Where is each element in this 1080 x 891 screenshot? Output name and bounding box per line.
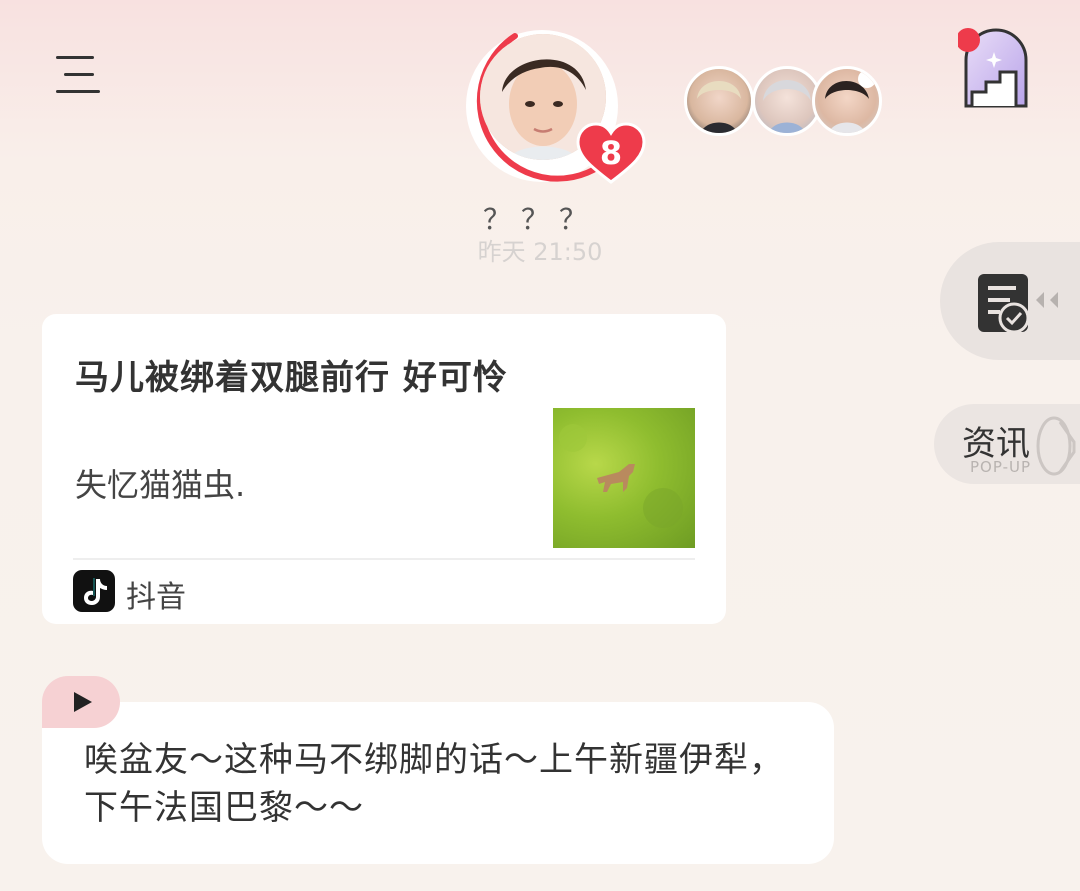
reply-text: 唉盆友～这种马不绑脚的话～上午新疆伊犁，下午法国巴黎～～ xyxy=(84,740,784,828)
menu-icon[interactable] xyxy=(56,56,102,94)
voice-play-button[interactable] xyxy=(42,676,120,728)
source-label: 抖音 xyxy=(126,580,186,615)
play-icon xyxy=(74,692,92,712)
staircase-arch-icon[interactable] xyxy=(956,28,1034,110)
news-sublabel: POP-UP xyxy=(970,458,1032,476)
task-panel-tab[interactable] xyxy=(940,242,1080,360)
heart-count: 8 xyxy=(599,134,623,172)
speaker-icon xyxy=(1036,416,1076,476)
card-description: 失忆猫猫虫. xyxy=(75,466,246,504)
heart-badge: 8 xyxy=(576,122,646,186)
character-switch-avatar[interactable] xyxy=(684,66,754,136)
shared-video-card[interactable]: 马儿被绑着双腿前行 好可怜 失忆猫猫虫. 抖音 xyxy=(42,314,726,624)
card-divider xyxy=(73,558,695,560)
character-switch-avatar[interactable] xyxy=(812,66,882,136)
video-thumbnail xyxy=(553,408,695,548)
character-reply-bubble: 唉盆友～这种马不绑脚的话～上午新疆伊犁，下午法国巴黎～～ xyxy=(42,702,834,864)
tiktok-icon xyxy=(73,570,115,612)
card-title: 马儿被绑着双腿前行 好可怜 xyxy=(75,358,508,398)
timestamp: 昨天 21:50 xyxy=(477,238,603,266)
news-popup-tab[interactable]: 资讯 POP-UP xyxy=(934,404,1080,484)
